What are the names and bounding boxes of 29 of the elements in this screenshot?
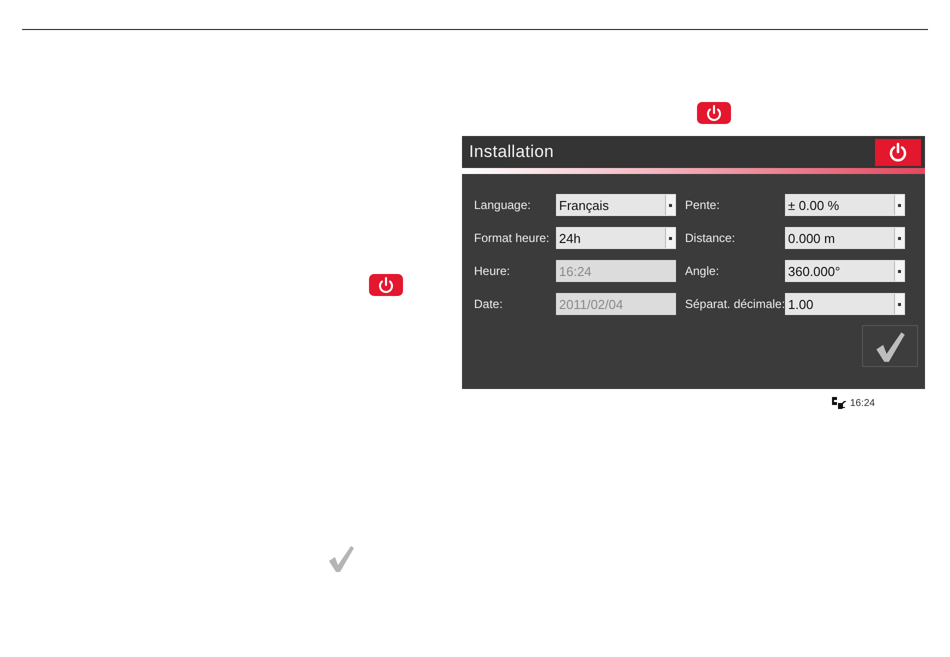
dropdown[interactable]: Français — [556, 194, 676, 216]
power-icon — [369, 274, 403, 296]
caret-icon — [898, 204, 901, 206]
plug-icon — [830, 396, 847, 410]
field-label: Format heure: — [474, 231, 550, 245]
dropdown[interactable]: 360.000° — [785, 260, 905, 282]
caret-icon — [898, 302, 901, 306]
caret-icon — [898, 270, 901, 272]
field-label: Language: — [474, 198, 532, 212]
confirm-button[interactable] — [862, 325, 918, 367]
field-label: Séparat. décimale: — [684, 297, 785, 311]
checkmark-icon — [326, 543, 356, 573]
caret-icon — [669, 204, 672, 206]
window-title: Installation — [469, 142, 554, 162]
field-label: Date: — [474, 297, 504, 311]
field-label: Angle: — [684, 264, 720, 278]
dropdown[interactable]: 1.00 — [785, 293, 905, 315]
dropdown[interactable]: 24h — [556, 227, 676, 249]
power-icon — [697, 102, 731, 124]
caret-icon — [898, 236, 901, 240]
status-time: 16:24 — [850, 398, 875, 408]
dropdown[interactable]: ± 0.00 % — [785, 194, 905, 216]
field-label: Heure: — [474, 264, 512, 278]
field-label: Distance: — [684, 231, 736, 245]
power-icon — [888, 142, 908, 162]
field-label: Pente: — [684, 198, 721, 212]
caret-icon — [669, 236, 672, 240]
power-button[interactable] — [875, 138, 921, 166]
dropdown[interactable]: 0.000 m — [785, 227, 905, 249]
